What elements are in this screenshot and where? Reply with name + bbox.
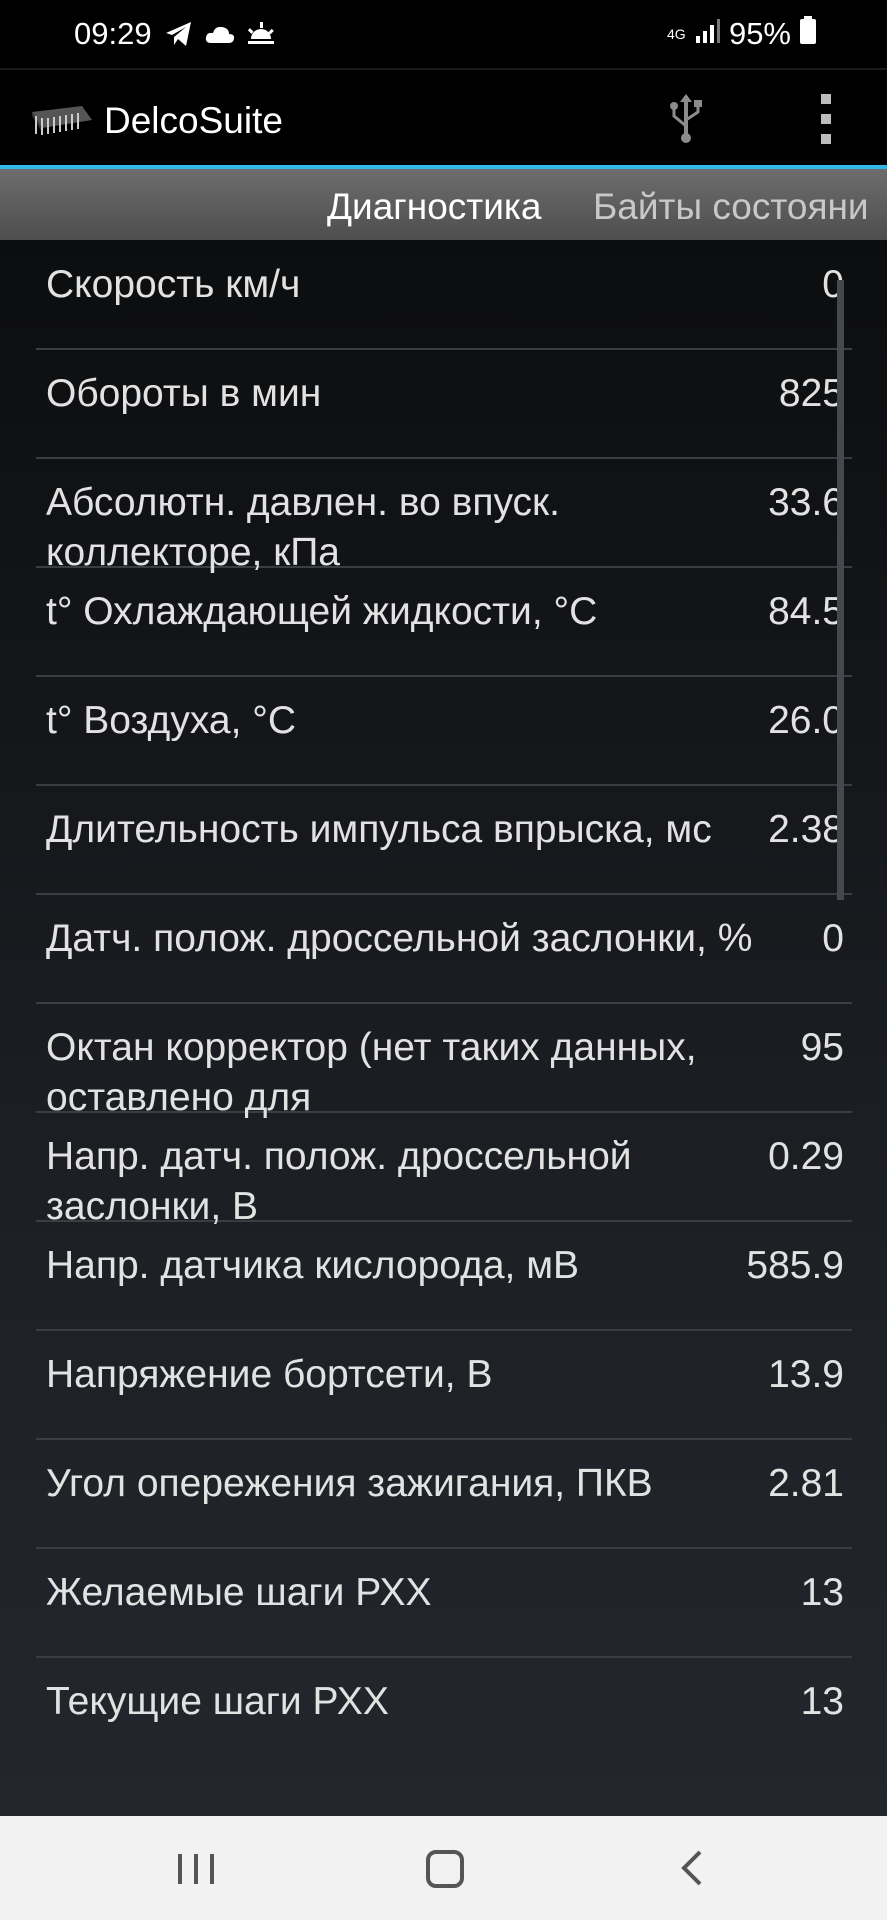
list-item: Октан корректор (нет таких данных, остав…	[36, 1003, 852, 1119]
list-item: Напряжение бортсети, В 13.9	[36, 1330, 852, 1440]
list-item: Напр. датчика кислорода, мВ 585.9	[36, 1221, 852, 1331]
battery-icon	[799, 16, 817, 52]
list-item: Скорость км/ч 0	[36, 240, 852, 350]
param-value: 33.6	[768, 481, 844, 524]
param-label: Скорость км/ч	[46, 263, 301, 306]
overflow-menu-icon[interactable]	[808, 94, 844, 144]
param-label: t° Охлаждающей жидкости, °С	[46, 590, 598, 633]
list-item: Текущие шаги РХХ 13	[36, 1657, 852, 1765]
app-title: DelcoSuite	[104, 100, 283, 141]
sunrise-icon	[246, 21, 276, 52]
list-item: Длительность импульса впрыска, мс 2.38	[36, 785, 852, 895]
tab-status-bytes[interactable]: Байты состояни	[593, 186, 869, 228]
network-4g-icon: 4G	[667, 27, 687, 41]
battery-percent: 95%	[728, 16, 791, 51]
app-bar: DelcoSuite	[0, 70, 887, 165]
param-label: Напр. датчика кислорода, мВ	[46, 1244, 580, 1287]
param-label: Датч. полож. дроссельной заслонки, %	[46, 917, 753, 960]
param-value: 0	[822, 917, 844, 960]
usb-icon[interactable]	[662, 92, 710, 144]
list-item: Абсолютн. давлен. во впуск. коллекторе, …	[36, 458, 852, 574]
scrollbar[interactable]	[837, 280, 844, 900]
param-value: 825	[778, 372, 844, 415]
menu-dot	[821, 134, 831, 144]
param-value: 2.38	[768, 808, 844, 851]
list-item: Напр. датч. полож. дроссельной заслонки,…	[36, 1112, 852, 1228]
system-nav-bar	[0, 1816, 887, 1920]
status-bar: 09:29 4G 95%	[0, 0, 887, 70]
chip-logo-icon	[26, 98, 94, 143]
param-label: Желаемые шаги РХХ	[46, 1571, 432, 1614]
param-value: 13	[800, 1680, 844, 1723]
recent-bar	[194, 1854, 198, 1884]
list-item: Желаемые шаги РХХ 13	[36, 1548, 852, 1658]
list-item: t° Воздуха, °С 26.0	[36, 676, 852, 786]
param-value: 0.29	[768, 1135, 844, 1178]
param-value: 95	[800, 1026, 844, 1069]
param-label: Октан корректор (нет таких данных, остав…	[46, 1026, 697, 1119]
tab-diagnostics[interactable]: Диагностика	[327, 186, 542, 228]
menu-dot	[821, 114, 831, 124]
param-value: 26.0	[768, 699, 844, 742]
status-time: 09:29	[74, 16, 152, 51]
telegram-icon	[164, 20, 194, 53]
list-item: t° Охлаждающей жидкости, °С 84.5	[36, 567, 852, 677]
list-item: Датч. полож. дроссельной заслонки, % 0	[36, 894, 852, 1004]
list-item: Обороты в мин 825	[36, 349, 852, 459]
param-label: Обороты в мин	[46, 372, 322, 415]
param-value: 13.9	[768, 1353, 844, 1396]
param-label: t° Воздуха, °С	[46, 699, 296, 742]
back-icon[interactable]	[678, 1848, 706, 1893]
recent-bar	[178, 1854, 182, 1884]
recent-apps-icon[interactable]	[178, 1854, 214, 1884]
home-icon[interactable]	[426, 1850, 464, 1888]
cloud-icon	[204, 23, 236, 50]
param-label: Текущие шаги РХХ	[46, 1680, 389, 1723]
diagnostics-list[interactable]: Скорость км/ч 0 Обороты в мин 825 Абсолю…	[0, 240, 887, 1816]
param-value: 84.5	[768, 590, 844, 633]
param-label: Длительность импульса впрыска, мс	[46, 808, 712, 851]
recent-bar	[210, 1854, 214, 1884]
tab-bar: Диагностика Байты состояни	[0, 169, 887, 240]
param-label: Напряжение бортсети, В	[46, 1353, 493, 1396]
param-value: 2.81	[768, 1462, 844, 1505]
param-label: Напр. датч. полож. дроссельной заслонки,…	[46, 1135, 632, 1228]
param-value: 585.9	[746, 1244, 844, 1287]
signal-icon	[695, 16, 721, 52]
network-label: 4G	[666, 26, 686, 42]
param-value: 13	[800, 1571, 844, 1614]
param-label: Угол опережения зажигания, ПКВ	[46, 1462, 653, 1505]
list-item: Угол опережения зажигания, ПКВ 2.81	[36, 1439, 852, 1549]
status-right: 4G 95%	[667, 16, 817, 52]
param-label: Абсолютн. давлен. во впуск. коллекторе, …	[46, 481, 560, 574]
menu-dot	[821, 94, 831, 104]
status-icons-left	[164, 20, 276, 53]
